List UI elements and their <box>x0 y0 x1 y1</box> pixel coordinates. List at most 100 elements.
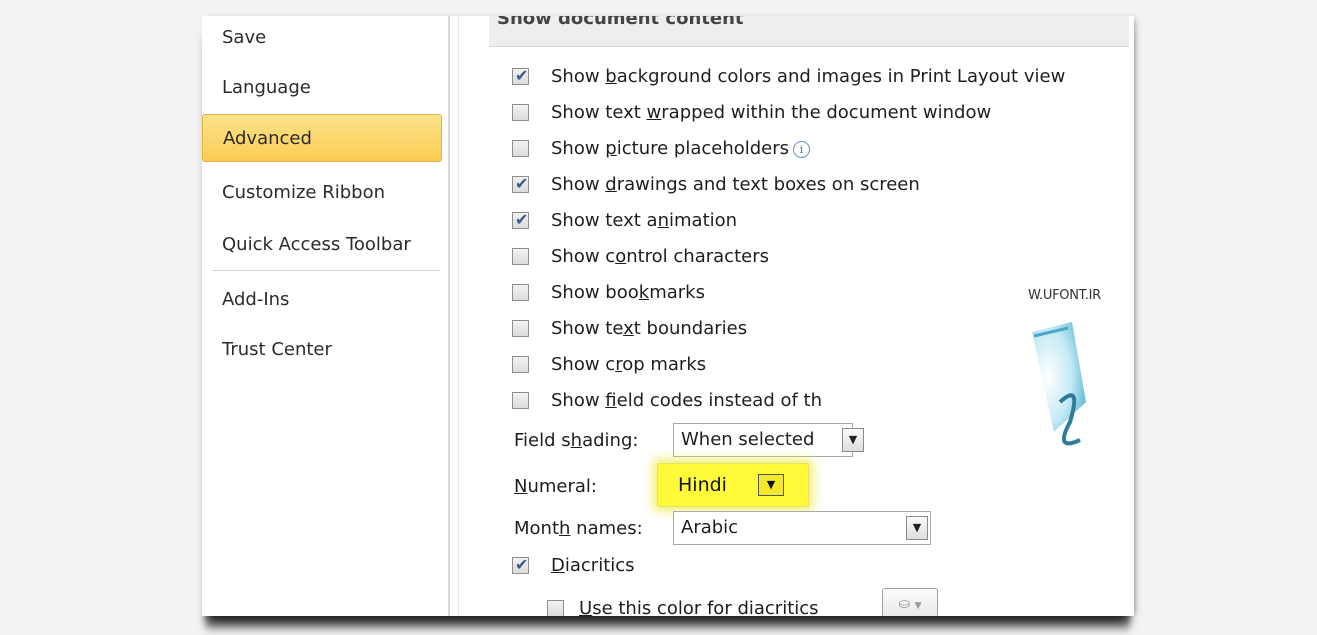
access-key: x <box>623 318 634 339</box>
label-part: Show text <box>551 102 647 123</box>
option-label: Show field codes instead of th <box>551 388 822 414</box>
paint-bucket-icon: ⛀ <box>898 596 911 612</box>
label-part: Show boo <box>551 282 639 303</box>
watermark-logo-icon <box>1032 322 1086 446</box>
option-label: Show control characters <box>551 244 769 270</box>
chevron-down-icon[interactable]: ▼ <box>842 428 864 452</box>
checkbox[interactable]: ✔ <box>512 174 529 193</box>
checkbox[interactable] <box>512 284 529 301</box>
checkbox[interactable]: ✔ <box>512 210 529 229</box>
option-label: Show crop marks <box>551 352 706 378</box>
check-icon: ✔ <box>515 210 529 229</box>
label-part: Show <box>551 138 606 159</box>
numeral-label: Numeral: <box>514 476 597 497</box>
sidebar-item-label: Add-Ins <box>222 289 290 310</box>
label-part: ading: <box>582 430 639 451</box>
sidebar-border <box>448 16 450 616</box>
access-key: o <box>615 246 627 267</box>
label-part: Show <box>551 66 606 87</box>
access-key: D <box>551 555 565 576</box>
access-key: N <box>514 476 528 497</box>
numeral-select[interactable]: Hindi ▼ <box>674 469 798 501</box>
access-key: k <box>638 282 650 303</box>
chevron-down-icon[interactable]: ▼ <box>758 474 784 496</box>
checkbox[interactable] <box>512 356 529 373</box>
sidebar-item-quick-access-toolbar[interactable]: Quick Access Toolbar <box>222 221 411 269</box>
label-part: iacritics <box>564 555 635 576</box>
watermark-backdrop <box>848 242 1026 492</box>
checkbox[interactable] <box>512 248 529 265</box>
sidebar-item-label: Language <box>222 77 311 98</box>
option-label: Show text boundaries <box>551 316 747 342</box>
option-label: Show text animation <box>551 208 737 234</box>
checkbox[interactable] <box>512 140 529 157</box>
check-icon: ✔ <box>515 555 529 574</box>
info-icon[interactable]: i <box>793 141 811 158</box>
access-key: p <box>605 138 617 159</box>
label-part: ackground colors and images in Print Lay… <box>616 66 1066 87</box>
options-sidebar: Save Language Advanced Customize Ribbon … <box>202 16 446 616</box>
label-part: marks <box>649 282 705 303</box>
options-panel: Save Language Advanced Customize Ribbon … <box>202 16 1134 616</box>
label-part: names: <box>570 518 643 539</box>
checkbox[interactable] <box>547 600 564 616</box>
option-label: Show text wrapped within the document wi… <box>551 100 991 126</box>
sidebar-item-customize-ribbon[interactable]: Customize Ribbon <box>222 169 385 217</box>
select-value: Hindi <box>678 474 727 496</box>
select-value: When selected <box>681 429 815 450</box>
label-part: rawings and text boxes on screen <box>616 174 920 195</box>
numeral-select-highlight: Hindi ▼ <box>657 463 809 507</box>
label-part: Show <box>551 174 606 195</box>
label-part: icture placeholders <box>616 138 790 159</box>
sidebar-item-add-ins[interactable]: Add-Ins <box>222 276 289 324</box>
access-key: U <box>579 598 593 616</box>
label-part: Mont <box>514 518 560 539</box>
sidebar-item-language[interactable]: Language <box>222 64 311 112</box>
sidebar-item-advanced[interactable]: Advanced <box>202 114 442 162</box>
option-label: Show background colors and images in Pri… <box>551 64 1065 90</box>
checkbox[interactable] <box>512 392 529 409</box>
sidebar-item-trust-center[interactable]: Trust Center <box>222 326 332 374</box>
label-part: imation <box>669 210 738 231</box>
month-names-label: Month names: <box>514 518 643 539</box>
option-label: Show picture placeholders i <box>551 136 811 162</box>
field-shading-select[interactable]: When selected ▼ <box>673 423 864 457</box>
access-key: h <box>570 430 583 451</box>
checkbox[interactable]: ✔ <box>512 66 529 85</box>
access-key: f <box>605 390 617 411</box>
access-key: d <box>605 174 617 195</box>
sidebar-divider <box>212 270 440 271</box>
option-label: Diacritics <box>551 553 635 579</box>
label-part: se this color for diacritics <box>592 598 819 616</box>
check-icon: ✔ <box>515 66 529 85</box>
check-icon: ✔ <box>515 174 529 193</box>
access-key: h <box>559 518 571 539</box>
sidebar-item-save[interactable]: Save <box>222 16 266 62</box>
label-part: ield codes instead of th <box>616 390 823 411</box>
label-part: Show <box>551 390 606 411</box>
month-names-select[interactable]: Arabic ▼ <box>673 511 931 545</box>
diacritics-color-button[interactable]: ⛀ ▼ <box>882 588 938 616</box>
label-part: umeral: <box>527 476 597 497</box>
checkbox[interactable]: ✔ <box>512 555 529 574</box>
access-key: n <box>657 210 669 231</box>
field-shading-label: Field shading: <box>514 430 638 451</box>
option-label: Show drawings and text boxes on screen <box>551 172 920 198</box>
option-label: Show bookmarks <box>551 280 705 306</box>
sidebar-border-inner <box>458 16 459 616</box>
label-part: Field s <box>514 430 571 451</box>
sidebar-item-label: Save <box>222 27 267 48</box>
label-part: Show text a <box>551 210 658 231</box>
sidebar-item-label: Advanced <box>223 128 312 149</box>
section-header: Show document content <box>489 16 1129 47</box>
section-title: Show document content <box>497 16 744 29</box>
checkbox[interactable] <box>512 320 529 337</box>
select-value: Arabic <box>681 517 739 538</box>
chevron-down-icon[interactable]: ▼ <box>906 516 928 540</box>
label-part: Show c <box>551 354 616 375</box>
label-part: ntrol characters <box>626 246 769 267</box>
label-part: op marks <box>622 354 707 375</box>
checkbox[interactable] <box>512 104 529 121</box>
access-key: w <box>646 102 662 123</box>
word-options-advanced-page: Save Language Advanced Customize Ribbon … <box>0 0 1317 635</box>
